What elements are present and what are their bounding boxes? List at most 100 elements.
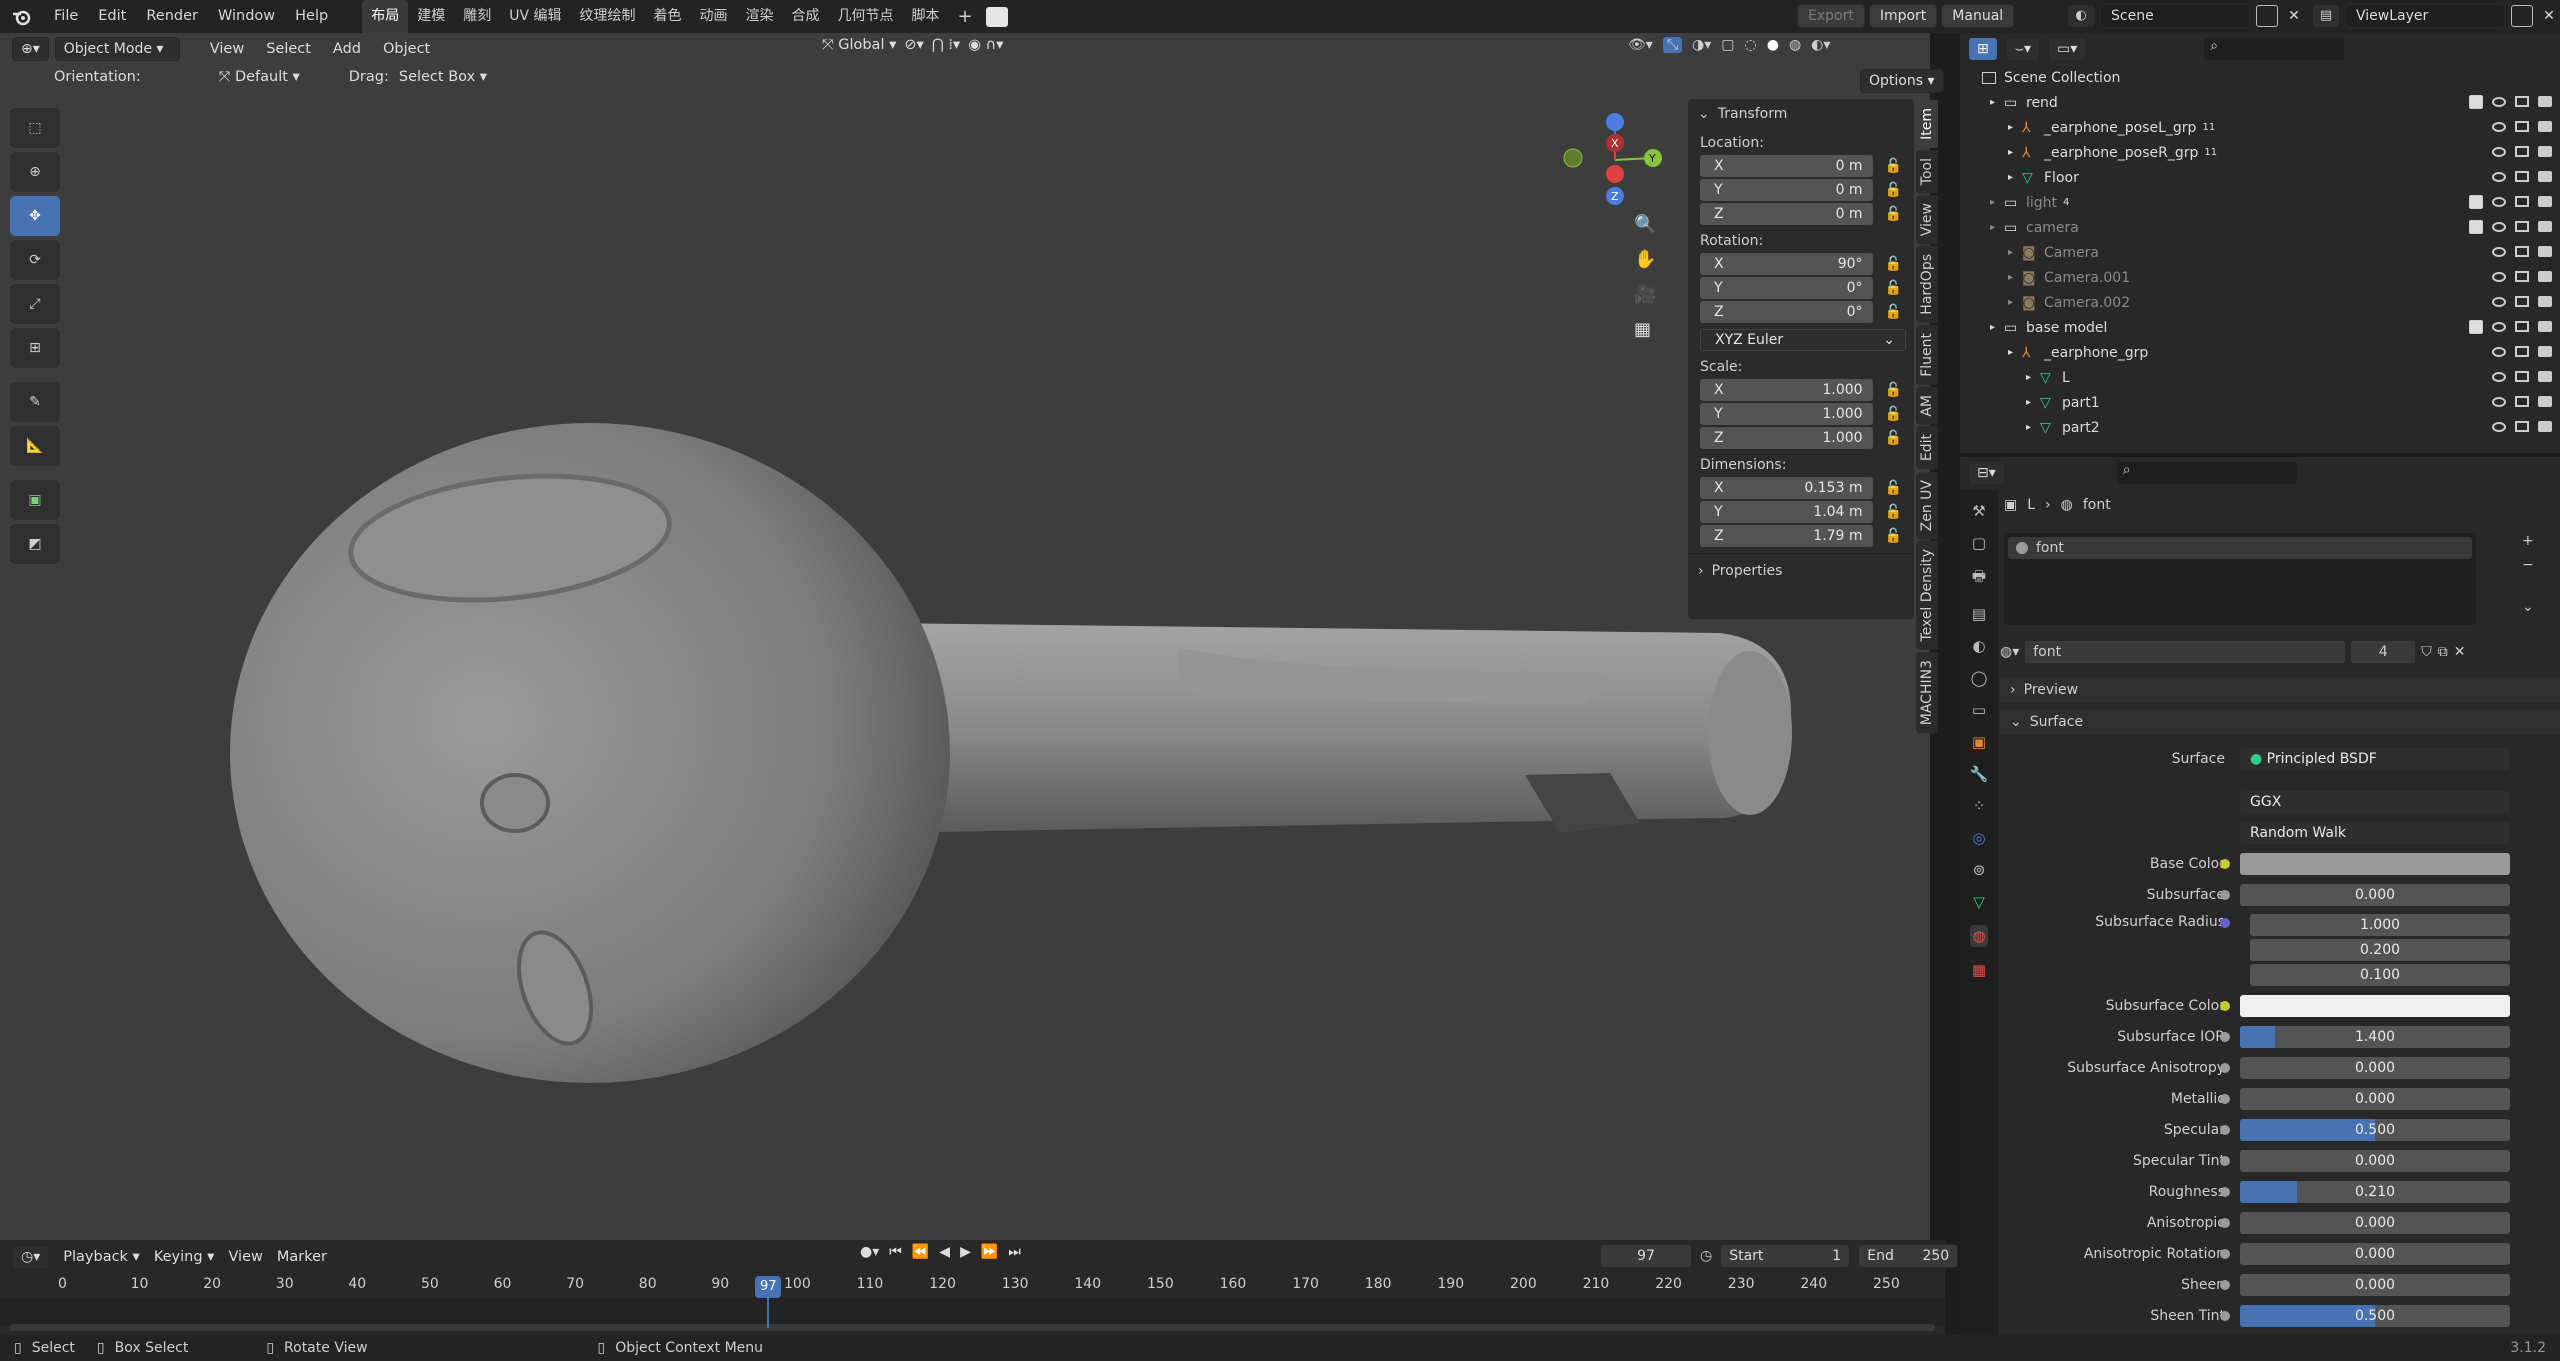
material-tab-icon[interactable]: ◍ [1970,925,1988,947]
sidebar-tab-tool[interactable]: Tool [1916,149,1938,194]
properties-search-input[interactable]: ⌕ [2116,461,2297,484]
workspace-tab-sculpting[interactable]: 雕刻 [454,0,500,33]
render-camera-icon[interactable] [2538,246,2552,257]
expand-arrow-icon[interactable]: ▸ [2008,347,2022,358]
vector-component-field[interactable]: 0.100 [2250,964,2510,986]
scene-name-field[interactable]: Scene [2100,4,2250,28]
workspace-tab-modeling[interactable]: 建模 [408,0,454,33]
lock-icon[interactable]: 🔓 [1885,528,1902,544]
expand-arrow-icon[interactable]: ▸ [2008,272,2022,283]
exclude-checkbox-icon[interactable] [2469,95,2483,109]
outliner-row[interactable]: ▸ ▭ camera [1960,215,2560,240]
number-slider-field[interactable]: 0.000 [2240,1273,2510,1296]
dimensions-x-field[interactable]: X 0.153 m [1700,477,1873,499]
eye-icon[interactable] [2492,172,2506,182]
lock-icon[interactable]: 🔓 [1885,382,1902,398]
location-x-field[interactable]: X 0 m [1700,155,1873,177]
number-slider-field[interactable]: 0.000 [2240,1149,2510,1172]
lock-icon[interactable]: 🔓 [1885,182,1902,198]
data-tab-icon[interactable]: ▽ [1973,893,1985,911]
collection-tab-icon[interactable]: ▭ [1972,701,1986,719]
viewport-monitor-icon[interactable] [2515,146,2529,157]
socket-dot-icon[interactable] [2220,918,2230,928]
viewport-monitor-icon[interactable] [2515,321,2529,332]
render-camera-icon[interactable] [2538,121,2552,132]
sidebar-tab-view[interactable]: View [1916,195,1938,245]
outliner-search-input[interactable]: ⌕ [2204,38,2345,60]
viewport-monitor-icon[interactable] [2515,271,2529,282]
pan-hand-icon[interactable]: ✋ [1634,249,1656,270]
workspace-tab-geometry-nodes[interactable]: 几何节点 [829,0,903,33]
world-tab-icon[interactable]: ◯ [1971,669,1988,687]
eye-icon[interactable] [2492,322,2506,332]
new-view-layer-icon[interactable] [2511,5,2533,27]
scale-y-field[interactable]: Y 1.000 [1700,403,1873,425]
view-layer-icon[interactable]: ▤ [2313,5,2339,27]
timeline-menu-view[interactable]: View [228,1249,262,1265]
viewport-monitor-icon[interactable] [2515,121,2529,132]
material-slot-list[interactable]: font [2004,533,2476,625]
snap-icon[interactable]: ⋂ ⁞▾ [932,37,960,53]
properties-editor-type-icon[interactable]: ⊟▾ [1968,460,2005,485]
outliner-display-mode-icon[interactable]: ⌣▾ [2005,37,2040,61]
eye-icon[interactable] [2492,397,2506,407]
sidebar-tab-texel-density[interactable]: Texel Density [1916,540,1938,650]
material-browse-icon[interactable]: ◍▾ [2000,644,2019,660]
socket-dot-icon[interactable] [2220,858,2230,869]
viewport-monitor-icon[interactable] [2515,171,2529,182]
render-camera-icon[interactable] [2538,146,2552,157]
expand-arrow-icon[interactable]: ▸ [2026,372,2040,383]
viewport-monitor-icon[interactable] [2515,221,2529,232]
viewport-menu-select[interactable]: Select [258,41,319,57]
visibility-icon[interactable]: 👁▾ [1628,37,1653,53]
viewport-monitor-icon[interactable] [2515,246,2529,257]
number-slider-field[interactable]: 0.000 [2240,1087,2510,1110]
sidebar-tab-am[interactable]: AM [1916,386,1938,425]
view-layer-tab-icon[interactable]: ▤ [1972,605,1986,623]
scale-x-field[interactable]: X 1.000 [1700,379,1873,401]
start-frame-field[interactable]: Start 1 [1720,1244,1851,1268]
exclude-checkbox-icon[interactable] [2469,320,2483,334]
socket-dot-icon[interactable] [2220,1062,2230,1073]
lock-icon[interactable]: 🔓 [1885,256,1902,272]
options-button[interactable]: Options ▾ [1860,69,1944,93]
expand-arrow-icon[interactable]: ▸ [2008,297,2022,308]
viewport-menu-view[interactable]: View [202,41,252,57]
socket-dot-icon[interactable] [2220,1155,2230,1166]
render-camera-icon[interactable] [2538,396,2552,407]
outliner-row[interactable]: ▸ ▭ light 4 [1960,190,2560,215]
lock-icon[interactable]: 🔓 [1885,304,1902,320]
jump-keyframe-next-icon[interactable]: ⏩ [981,1244,998,1260]
expand-arrow-icon[interactable]: ▸ [1990,222,2004,233]
move-tool[interactable]: ✥ [10,196,60,236]
viewport-monitor-icon[interactable] [2515,296,2529,307]
image-editor-icon[interactable] [985,6,1008,27]
number-slider-field[interactable]: 1.400 [2240,1025,2510,1048]
expand-arrow-icon[interactable]: ▸ [2008,172,2022,183]
outliner-row[interactable]: ▸ ◙ Camera.002 [1960,290,2560,315]
texture-tab-icon[interactable]: ▦ [1972,961,1986,979]
preview-panel-header[interactable]: › Preview [2000,677,2560,703]
color-swatch[interactable] [2240,994,2510,1017]
unlink-material-icon[interactable]: ✕ [2454,644,2466,660]
eye-icon[interactable] [2492,97,2506,107]
surface-panel-header[interactable]: ⌄ Surface [2000,709,2560,735]
bevel-tool[interactable]: ◩ [10,524,60,564]
play-reverse-icon[interactable]: ◀ [939,1244,950,1260]
object-tab-icon[interactable]: ▣ [1972,733,1986,751]
lock-icon[interactable]: 🔓 [1885,430,1902,446]
distribution-dropdown[interactable]: GGX [2240,790,2510,813]
modifier-tab-icon[interactable]: 🔧 [1970,765,1989,783]
eye-icon[interactable] [2492,197,2506,207]
sidebar-tab-machin3[interactable]: MACHIN3 [1916,651,1938,733]
color-swatch[interactable] [2240,852,2510,875]
eye-icon[interactable] [2492,372,2506,382]
properties-panel-header[interactable]: › Properties [1688,553,1914,587]
transform-tool[interactable]: ⊞ [10,328,60,368]
new-scene-icon[interactable] [2256,5,2278,27]
timeline-menu-marker[interactable]: Marker [277,1249,327,1265]
shading-rendered-icon[interactable]: ◐▾ [1811,37,1830,53]
lock-icon[interactable]: 🔓 [1885,504,1902,520]
expand-arrow-icon[interactable]: ▸ [1990,322,2004,333]
outliner-row[interactable]: ▸ ◙ Camera [1960,240,2560,265]
